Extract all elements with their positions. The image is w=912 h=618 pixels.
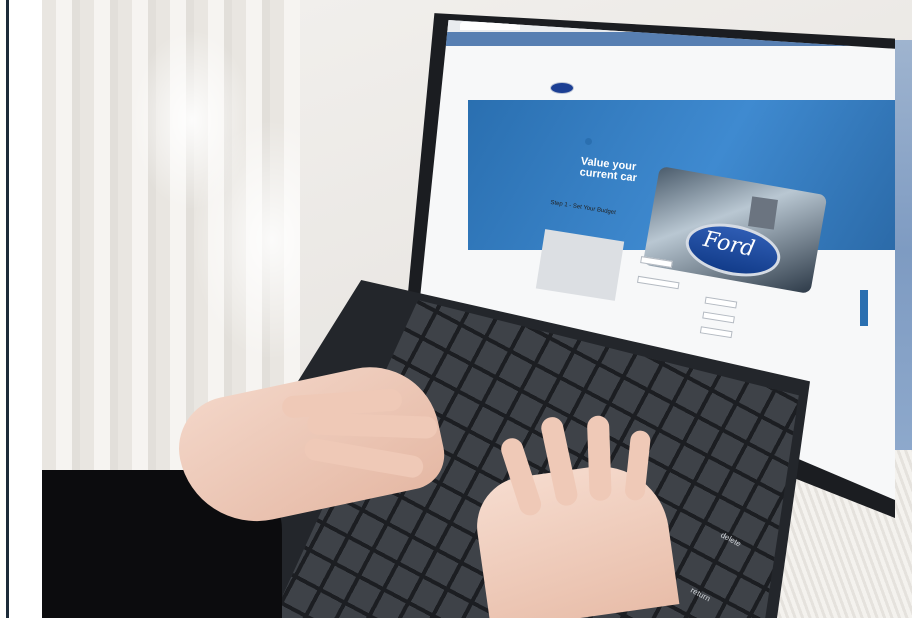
info-box — [535, 229, 625, 301]
photo-scene: Value your current car Ford Step 1 - Set… — [0, 0, 912, 618]
left-edge-strip — [0, 0, 42, 618]
form-field[interactable] — [704, 296, 738, 309]
carousel-arrow[interactable] — [860, 290, 868, 326]
finger — [586, 415, 612, 502]
step-tile-icon[interactable] — [748, 196, 778, 230]
ford-logo-icon[interactable] — [550, 82, 574, 94]
form-field[interactable] — [640, 256, 673, 268]
step-indicator-dot — [585, 138, 592, 145]
budget-form — [629, 246, 762, 354]
form-field[interactable] — [702, 311, 735, 324]
key-label: delete — [719, 530, 743, 549]
finger — [306, 412, 438, 439]
form-field[interactable] — [636, 275, 680, 290]
key-label: return — [689, 585, 712, 604]
form-field[interactable] — [699, 326, 733, 339]
finger — [302, 436, 425, 480]
